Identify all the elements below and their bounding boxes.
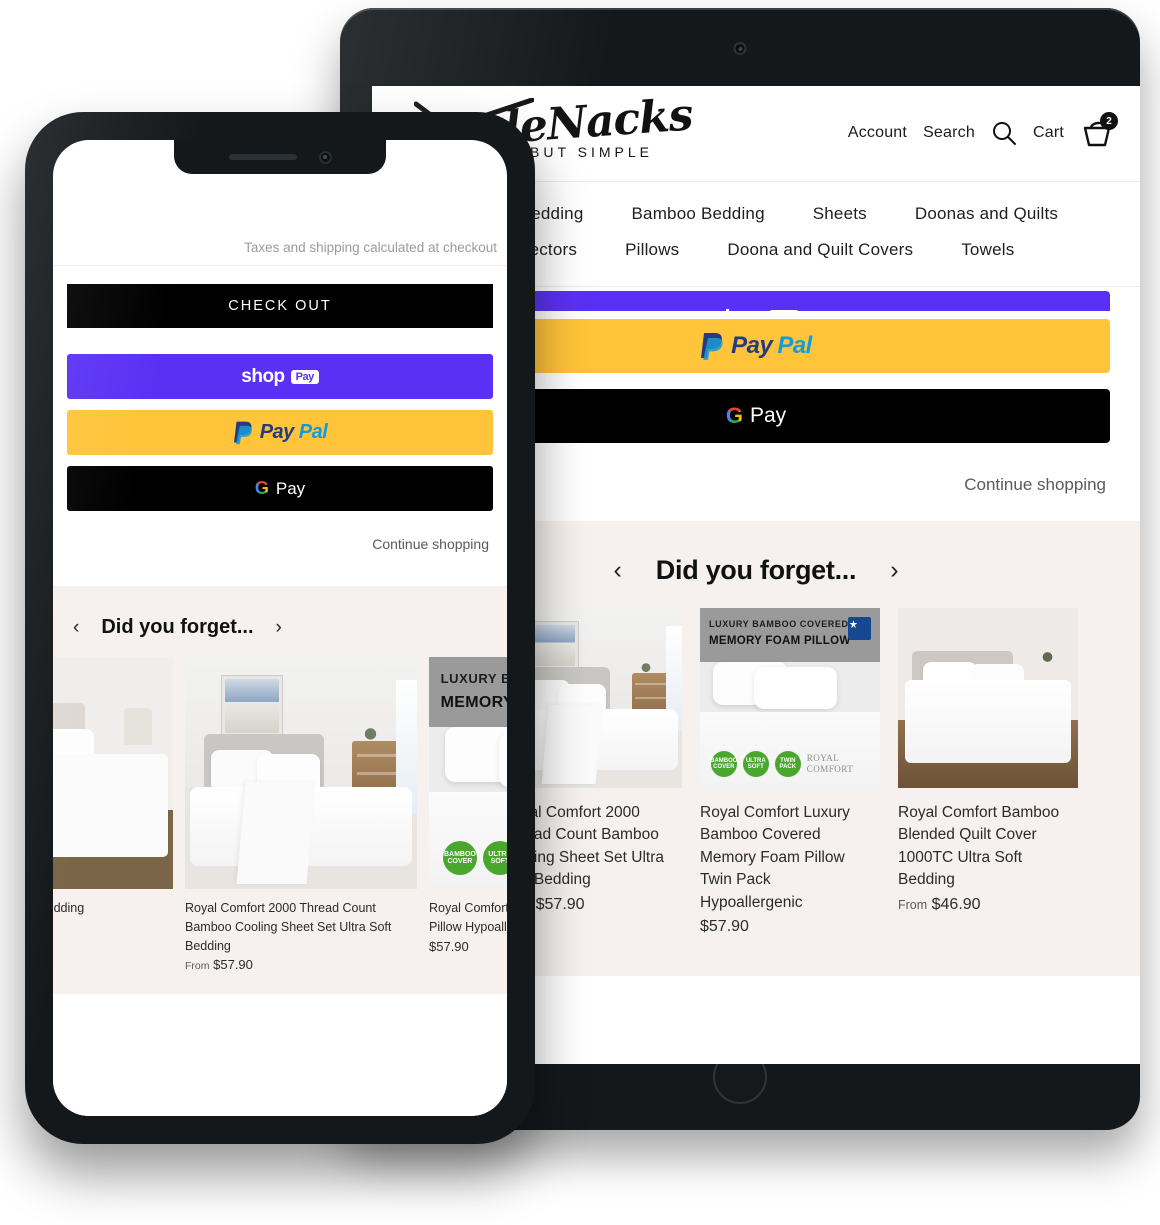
product-image (185, 657, 417, 889)
phone-page-tail (53, 994, 507, 1116)
phone-page-body: Taxes and shipping calculated at checkou… (53, 140, 507, 1116)
shop-pay-wordmark: shopPay (713, 305, 800, 311)
reco-carousel-phone[interactable]: Count Bamboo ft Bedding (53, 657, 507, 972)
product-card[interactable]: Royal Comfort 2000 Thread Count Bamboo C… (185, 657, 417, 972)
product-price: From $46.90 (898, 895, 981, 913)
pillow-banner-line2: MEMORY FOAM PILLOW (709, 635, 851, 647)
australia-flag-icon (847, 617, 871, 641)
product-title: Count Bamboo ft Bedding (53, 901, 85, 915)
google-pay-wordmark: G Pay (254, 478, 306, 498)
product-image: LUXURY BAMBOO COVERED MEMORY FOAM PILLOW… (429, 657, 507, 889)
phone-cart-actions: CHECK OUT shop Pay Pay Pal G Pay Continu… (53, 266, 507, 586)
product-feature-badges: BAMBOO COVER ULTRA SOFT TWIN PACK ROYAL C… (710, 751, 854, 778)
google-pay-button-phone[interactable]: G Pay (67, 466, 493, 511)
cart-count-badge: 2 (1100, 112, 1118, 130)
reco-title-tablet: Did you forget... (655, 555, 857, 585)
phone-camera-icon (318, 150, 332, 164)
paypal-wordmark: Pay Pal (233, 420, 328, 445)
shop-pay-button-phone[interactable]: shop Pay (67, 354, 493, 399)
search-icon[interactable] (991, 120, 1017, 146)
google-g-icon: G (725, 403, 743, 428)
tablet-camera-icon (733, 42, 747, 55)
badge-twin-pack: TWIN PACK (774, 751, 801, 778)
product-title: Royal Comfort Bamboo Blended Quilt Cover… (898, 804, 1060, 889)
product-card[interactable]: LUXURY BAMBOO COVERED MEMORY FOAM PILLOW… (700, 608, 880, 936)
nav-item-doona-and-quilt-covers[interactable]: Doona and Quilt Covers (727, 240, 913, 260)
paypal-wordmark: Pay Pal (700, 331, 812, 361)
phone-speaker-icon (228, 154, 297, 160)
product-title: Royal Comfort 2000 Thread Count Bamboo C… (185, 901, 392, 953)
badge-bamboo-cover: BAMBOO COVER (710, 751, 737, 778)
nav-item-doonas-and-quilts[interactable]: Doonas and Quilts (915, 204, 1058, 224)
taxes-note-phone: Taxes and shipping calculated at checkou… (53, 240, 507, 266)
product-feature-badges: BAMBOO COVER ULTRA SOFT (442, 841, 507, 876)
nav-item-sheets[interactable]: Sheets (813, 204, 867, 224)
reco-header-phone: ‹ Did you forget... › (53, 608, 507, 657)
badge-ultra-soft: ULTRA SOFT (482, 841, 507, 876)
reco-next-arrow-phone[interactable]: › (276, 617, 282, 639)
cart-label[interactable]: Cart (1033, 124, 1064, 142)
account-link[interactable]: Account (848, 124, 907, 142)
nav-item-pillows[interactable]: Pillows (625, 240, 679, 260)
reco-next-arrow-tablet[interactable]: › (890, 558, 898, 583)
paypal-icon (233, 421, 252, 445)
pillow-banner-line1: LUXURY BAMBOO COVERED (440, 670, 507, 686)
header-actions: Account Search Cart 2 (848, 112, 1118, 148)
product-image: LUXURY BAMBOO COVERED MEMORY FOAM PILLOW… (700, 608, 880, 788)
product-price: $57.90 (700, 918, 749, 936)
paypal-button-phone[interactable]: Pay Pal (67, 410, 493, 455)
royal-comfort-logo: ROYAL COMFORT (806, 753, 854, 775)
badge-ultra-soft: ULTRA SOFT (742, 751, 769, 778)
reco-title-phone: Did you forget... (101, 616, 254, 638)
product-card[interactable]: LUXURY BAMBOO COVERED MEMORY FOAM PILLOW… (429, 657, 507, 972)
pillow-banner-line2: MEMORY FOAM PILLOW (440, 694, 507, 712)
product-card[interactable]: Count Bamboo ft Bedding (53, 657, 173, 972)
mockup-stage: leNacks BUT SIMPLE Account Search Cart 2… (0, 0, 1160, 1225)
product-image (898, 608, 1078, 788)
phone-reco-section: ‹ Did you forget... › dding Royal Comfor… (53, 586, 507, 995)
pillow-banner-line1: LUXURY BAMBOO COVERED (709, 618, 849, 629)
logo-tagline: BUT SIMPLE (530, 144, 653, 160)
phone-device: Taxes and shipping calculated at checkou… (25, 112, 535, 1144)
nav-item-bamboo-bedding[interactable]: Bamboo Bedding (632, 204, 765, 224)
continue-shopping-link-phone[interactable]: Continue shopping (67, 522, 493, 570)
product-price: From $57.90 (185, 957, 253, 973)
google-pay-wordmark: G Pay (725, 403, 787, 428)
badge-bamboo-cover: BAMBOO COVER (442, 841, 477, 876)
product-title: Royal Comfort Luxury Bamboo Covered Memo… (700, 804, 850, 911)
nav-item-towels[interactable]: Towels (961, 240, 1014, 260)
phone-notch (174, 140, 386, 174)
cart-button[interactable]: 2 (1080, 112, 1118, 148)
reco-prev-arrow-phone[interactable]: ‹ (73, 617, 79, 639)
product-card[interactable]: Royal Comfort Bamboo Blended Quilt Cover… (898, 608, 1078, 936)
checkout-button-phone[interactable]: CHECK OUT (67, 284, 493, 328)
phone-screen: Taxes and shipping calculated at checkou… (53, 140, 507, 1116)
reco-prev-arrow-tablet[interactable]: ‹ (613, 558, 621, 583)
google-g-icon: G (254, 478, 269, 498)
product-image (53, 657, 173, 889)
shop-pay-wordmark: shopPay (241, 366, 319, 388)
product-title: Royal Comfort Luxury Memory Foam Pillow … (429, 901, 507, 934)
product-price: $57.90 (429, 938, 469, 954)
search-label[interactable]: Search (923, 124, 975, 142)
paypal-icon (701, 333, 723, 360)
